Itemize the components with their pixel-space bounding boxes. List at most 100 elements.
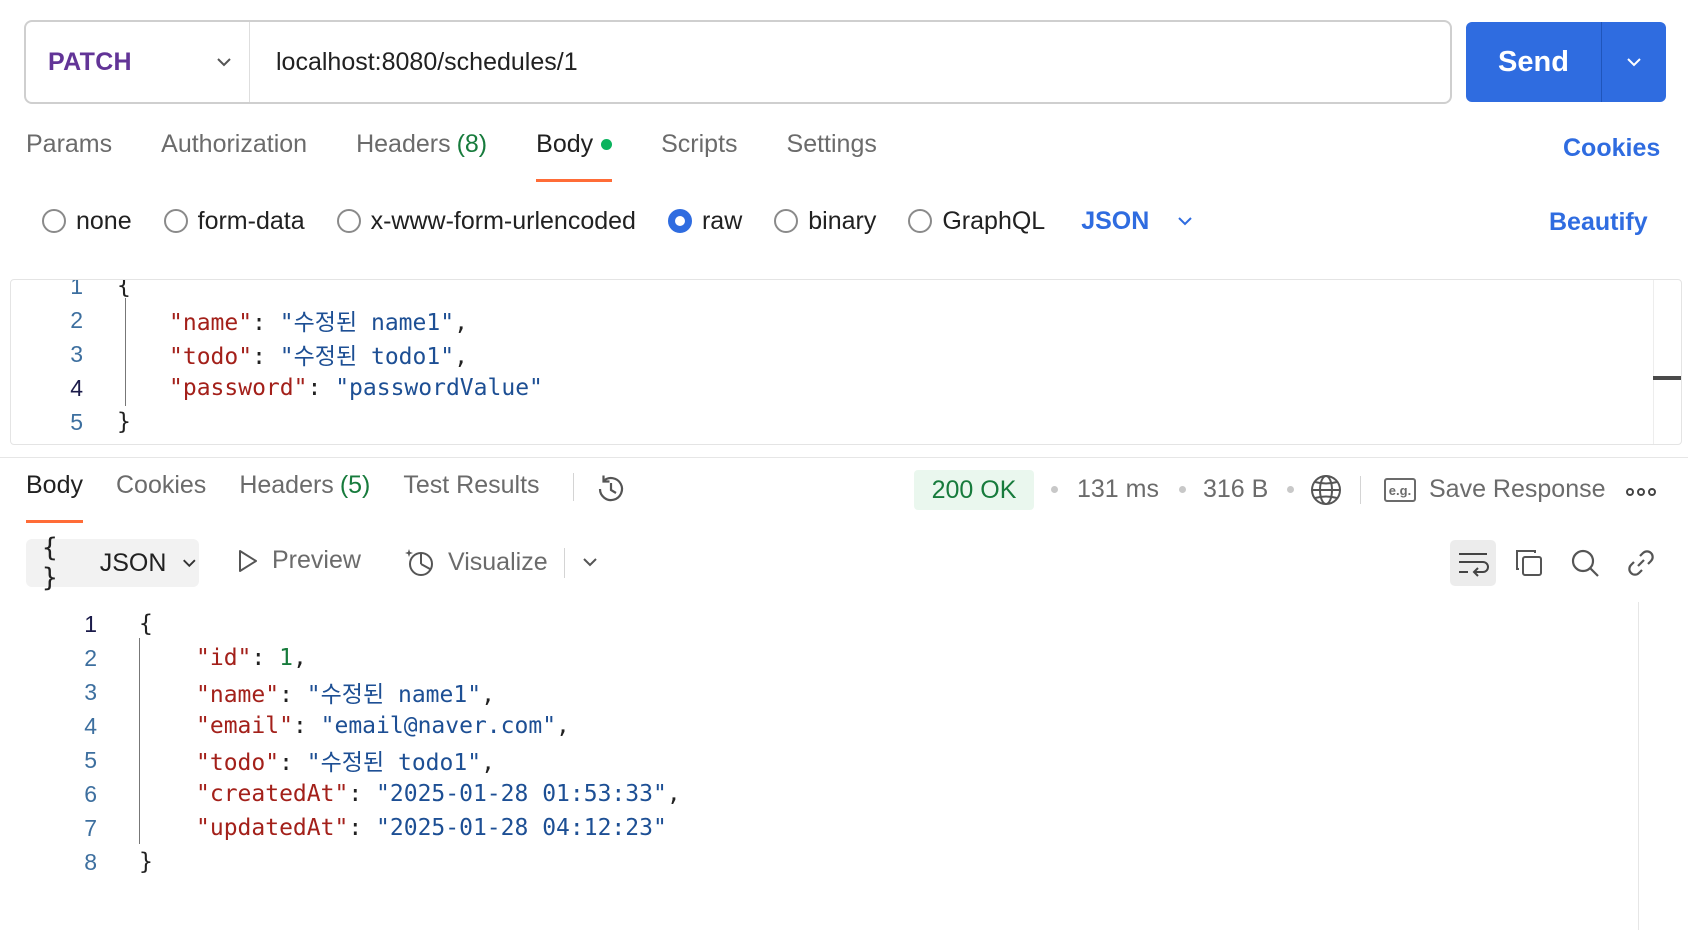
code-line: 1{ bbox=[11, 279, 131, 304]
search-icon bbox=[1571, 549, 1599, 577]
body-type-graphql[interactable]: GraphQL bbox=[908, 207, 1045, 236]
tab-settings[interactable]: Settings bbox=[787, 130, 877, 182]
line-number: 2 bbox=[84, 644, 97, 671]
link-button[interactable] bbox=[1618, 540, 1664, 586]
tab-label: Cookies bbox=[115, 471, 207, 499]
divider bbox=[564, 548, 565, 578]
tab-label: Scripts bbox=[661, 130, 738, 158]
cookies-link[interactable]: Cookies bbox=[1563, 134, 1660, 163]
copy-button[interactable] bbox=[1506, 540, 1552, 586]
play-icon bbox=[239, 549, 257, 572]
example-label: e.g. bbox=[1388, 482, 1412, 498]
response-time[interactable]: 131 ms bbox=[1077, 475, 1159, 504]
history-icon[interactable] bbox=[594, 472, 628, 506]
divider bbox=[1360, 476, 1361, 504]
radio-button[interactable] bbox=[336, 209, 361, 233]
more-options-icon[interactable] bbox=[1626, 487, 1656, 497]
tab-response-body[interactable]: Body bbox=[26, 471, 83, 523]
request-tabs: Params Authorization Headers (8) Body Scr… bbox=[26, 130, 926, 182]
body-type-raw[interactable]: raw bbox=[667, 206, 743, 236]
body-type-form-data[interactable]: form-data bbox=[163, 207, 305, 236]
code-text: } bbox=[117, 409, 131, 435]
radio-button[interactable] bbox=[163, 209, 188, 233]
tab-body[interactable]: Body bbox=[536, 130, 613, 182]
send-options-button[interactable] bbox=[1602, 22, 1666, 102]
body-format-select[interactable]: JSON bbox=[1081, 207, 1195, 236]
beautify-button[interactable]: Beautify bbox=[1549, 208, 1648, 237]
tab-count: (8) bbox=[456, 130, 488, 158]
code-text: "createdAt": "2025-01-28 01:53:33", bbox=[196, 781, 681, 807]
radio-button[interactable] bbox=[908, 209, 933, 233]
pane-divider[interactable] bbox=[0, 457, 1688, 458]
code-line: 4 "password": "passwordValue" bbox=[11, 370, 543, 406]
send-label: Send bbox=[1498, 45, 1569, 78]
wrap-lines-button[interactable] bbox=[1450, 540, 1496, 586]
body-type-options: none form-data x-www-form-urlencoded raw… bbox=[42, 206, 1195, 236]
tab-label: Test Results bbox=[403, 471, 540, 499]
tab-params[interactable]: Params bbox=[26, 130, 112, 182]
request-body-editor[interactable]: 1{ 2 "name": "수정된 name1", 3 "todo": "수정된 t… bbox=[10, 279, 1682, 445]
preview-label: Preview bbox=[272, 546, 361, 574]
link-icon bbox=[1628, 550, 1654, 576]
tab-label: Headers bbox=[239, 471, 334, 499]
save-response-button[interactable]: Save Response bbox=[1429, 475, 1606, 504]
code-line: 2 "id": 1, bbox=[0, 640, 307, 676]
code-line: 3 "name": "수정된 name1", bbox=[0, 674, 495, 710]
code-text: "todo": "수정된 todo1", bbox=[196, 750, 495, 776]
line-number: 1 bbox=[84, 610, 97, 637]
body-format-label: JSON bbox=[1081, 206, 1150, 235]
visualize-button[interactable]: Visualize bbox=[404, 546, 548, 578]
separator-dot bbox=[1287, 486, 1294, 493]
status-badge[interactable]: 200 OK bbox=[914, 470, 1034, 510]
editor-scrollbar[interactable] bbox=[1653, 280, 1681, 444]
code-text: { bbox=[117, 279, 131, 299]
response-body-viewer[interactable]: 1{ 2 "id": 1, 3 "name": "수정된 name1", 4 "ema… bbox=[0, 602, 1688, 930]
response-scrollbar[interactable] bbox=[1638, 602, 1639, 930]
code-text: { bbox=[139, 611, 153, 637]
response-format-select[interactable]: { } JSON bbox=[26, 533, 199, 593]
example-icon[interactable]: e.g. bbox=[1384, 478, 1416, 502]
tab-label: Body bbox=[26, 471, 83, 499]
request-bar: PATCH localhost:8080/schedules/1 bbox=[24, 20, 1452, 104]
format-label: JSON bbox=[99, 548, 167, 577]
code-text: "todo": "수정된 todo1", bbox=[169, 344, 468, 370]
line-number: 8 bbox=[84, 848, 97, 875]
radio-button[interactable] bbox=[42, 209, 66, 233]
code-text: "updatedAt": "2025-01-28 04:12:23" bbox=[196, 815, 667, 841]
indent-guide bbox=[139, 638, 140, 844]
tab-authorization[interactable]: Authorization bbox=[161, 130, 307, 182]
search-button[interactable] bbox=[1562, 540, 1608, 586]
chevron-down-icon[interactable] bbox=[214, 52, 234, 72]
response-size[interactable]: 316 B bbox=[1203, 475, 1268, 504]
preview-button[interactable]: Preview bbox=[234, 546, 361, 575]
radio-label: raw bbox=[701, 206, 743, 235]
tab-label: Params bbox=[26, 130, 113, 158]
tab-label: Headers bbox=[356, 130, 451, 158]
tab-response-headers[interactable]: Headers (5) bbox=[239, 471, 370, 523]
code-line: 1{ bbox=[0, 606, 153, 642]
line-number: 5 bbox=[70, 408, 83, 435]
tab-scripts[interactable]: Scripts bbox=[661, 130, 737, 182]
code-text: "password": "passwordValue" bbox=[169, 375, 543, 401]
body-type-none[interactable]: none bbox=[42, 207, 132, 236]
radio-button-selected[interactable] bbox=[667, 209, 692, 233]
body-type-binary[interactable]: binary bbox=[774, 207, 876, 236]
indent-guide bbox=[125, 298, 126, 406]
code-line: 8} bbox=[0, 844, 153, 880]
code-text: "email": "email@naver.com", bbox=[196, 713, 570, 739]
body-type-urlencoded[interactable]: x-www-form-urlencoded bbox=[336, 206, 636, 236]
code-line: 7 "updatedAt": "2025-01-28 04:12:23" bbox=[0, 810, 667, 846]
scroll-marker bbox=[1653, 376, 1681, 380]
radio-button[interactable] bbox=[774, 209, 799, 233]
radio-label: x-www-form-urlencoded bbox=[370, 206, 636, 235]
send-button[interactable]: Send bbox=[1466, 22, 1666, 102]
tab-test-results[interactable]: Test Results bbox=[403, 471, 539, 523]
visualize-label: Visualize bbox=[448, 547, 548, 576]
tab-response-cookies[interactable]: Cookies bbox=[116, 471, 206, 523]
code-text: "name": "수정된 name1", bbox=[196, 682, 495, 708]
chevron-down-icon[interactable] bbox=[580, 552, 600, 572]
tab-headers[interactable]: Headers (8) bbox=[356, 130, 487, 182]
globe-icon[interactable] bbox=[1309, 473, 1343, 507]
line-number: 1 bbox=[70, 279, 83, 299]
url-input[interactable]: localhost:8080/schedules/1 bbox=[276, 48, 578, 77]
